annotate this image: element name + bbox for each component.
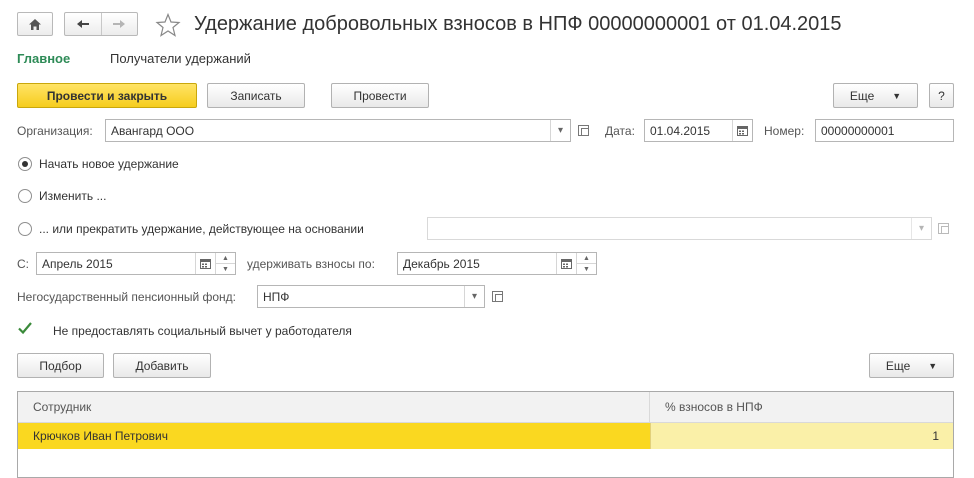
dropdown-arrow-icon[interactable]: ▾ [464,286,484,307]
number-field[interactable]: 00000000001 [815,119,954,142]
number-value: 00000000001 [821,123,895,138]
cell-employee[interactable]: Крючков Иван Петрович [18,423,650,449]
dropdown-arrow-icon: ▼ [928,360,938,371]
save-button[interactable]: Записать [207,83,305,108]
add-button[interactable]: Добавить [113,353,211,378]
basis-document-value [428,218,911,239]
deduction-checkbox-label[interactable]: Не предоставлять социальный вычет у рабо… [53,324,352,338]
dropdown-arrow-icon[interactable]: ▾ [550,120,570,141]
table-more-menu-label: Еще [885,358,911,373]
open-organization-icon[interactable] [573,119,593,142]
radio-stop[interactable] [18,222,32,236]
back-forward-group [64,12,138,36]
more-menu-button[interactable]: Еще ▼ [833,83,918,108]
arrow-left-icon [76,20,89,28]
arrow-right-icon [113,20,126,28]
employees-table: Сотрудник % взносов в НПФ Крючков Иван П… [17,391,954,478]
forward-button[interactable] [102,13,138,35]
help-button[interactable]: ? [929,83,954,108]
column-header-employee[interactable]: Сотрудник [18,392,650,422]
table-row[interactable]: Крючков Иван Петрович 1 [18,423,953,449]
select-button[interactable]: Подбор [17,353,104,378]
back-button[interactable] [65,13,102,35]
column-header-percent[interactable]: % взносов в НПФ [650,392,953,422]
radio-start-new[interactable] [18,157,32,171]
date-value: 01.04.2015 [650,123,711,138]
tab-recipients[interactable]: Получатели удержаний [110,51,251,66]
calendar-icon[interactable] [732,120,752,141]
dropdown-arrow-icon[interactable]: ▾ [911,218,931,239]
fund-value: НПФ [263,289,290,304]
checkmark-icon [18,322,32,335]
post-and-close-button[interactable]: Провести и закрыть [17,83,197,108]
fund-field[interactable]: НПФ ▾ [257,285,485,308]
fund-label: Негосударственный пенсионный фонд: [17,290,237,304]
organization-field[interactable]: Авангард ООО ▾ [105,119,571,142]
number-label: Номер: [764,124,805,138]
cell-percent[interactable]: 1 [650,423,953,449]
calendar-icon[interactable] [195,253,215,274]
table-more-menu-button[interactable]: Еще ▼ [869,353,954,378]
organization-value: Авангард ООО [111,123,195,138]
open-basis-document-icon[interactable] [933,217,953,240]
period-from-label: С: [17,257,29,271]
period-to-label: удерживать взносы по: [247,257,375,271]
open-fund-icon[interactable] [487,285,507,308]
home-icon [29,18,41,30]
home-button[interactable] [17,12,53,36]
deduction-checkbox[interactable] [17,320,33,336]
period-from-field[interactable]: Апрель 2015 ▲ ▼ [36,252,236,275]
basis-document-field[interactable]: ▾ [427,217,932,240]
period-from-spinner[interactable]: ▲ ▼ [215,253,235,274]
period-to-value: Декабрь 2015 [403,256,480,271]
radio-change-label[interactable]: Изменить ... [39,189,106,203]
period-from-value: Апрель 2015 [42,256,113,271]
radio-start-new-label[interactable]: Начать новое удержание [39,157,179,171]
period-to-field[interactable]: Декабрь 2015 ▲ ▼ [397,252,597,275]
favorite-star-icon[interactable] [155,12,181,38]
date-field[interactable]: 01.04.2015 [644,119,753,142]
radio-stop-label[interactable]: ... или прекратить удержание, действующе… [39,222,364,236]
dropdown-arrow-icon: ▼ [892,90,902,101]
post-button[interactable]: Провести [331,83,429,108]
radio-change[interactable] [18,189,32,203]
tab-main[interactable]: Главное [17,51,70,66]
date-label: Дата: [605,124,635,138]
window-title: Удержание добровольных взносов в НПФ 000… [194,13,842,35]
period-to-spinner[interactable]: ▲ ▼ [576,253,596,274]
more-menu-label: Еще [849,88,875,103]
table-header: Сотрудник % взносов в НПФ [18,392,953,423]
calendar-icon[interactable] [556,253,576,274]
organization-label: Организация: [17,124,93,138]
